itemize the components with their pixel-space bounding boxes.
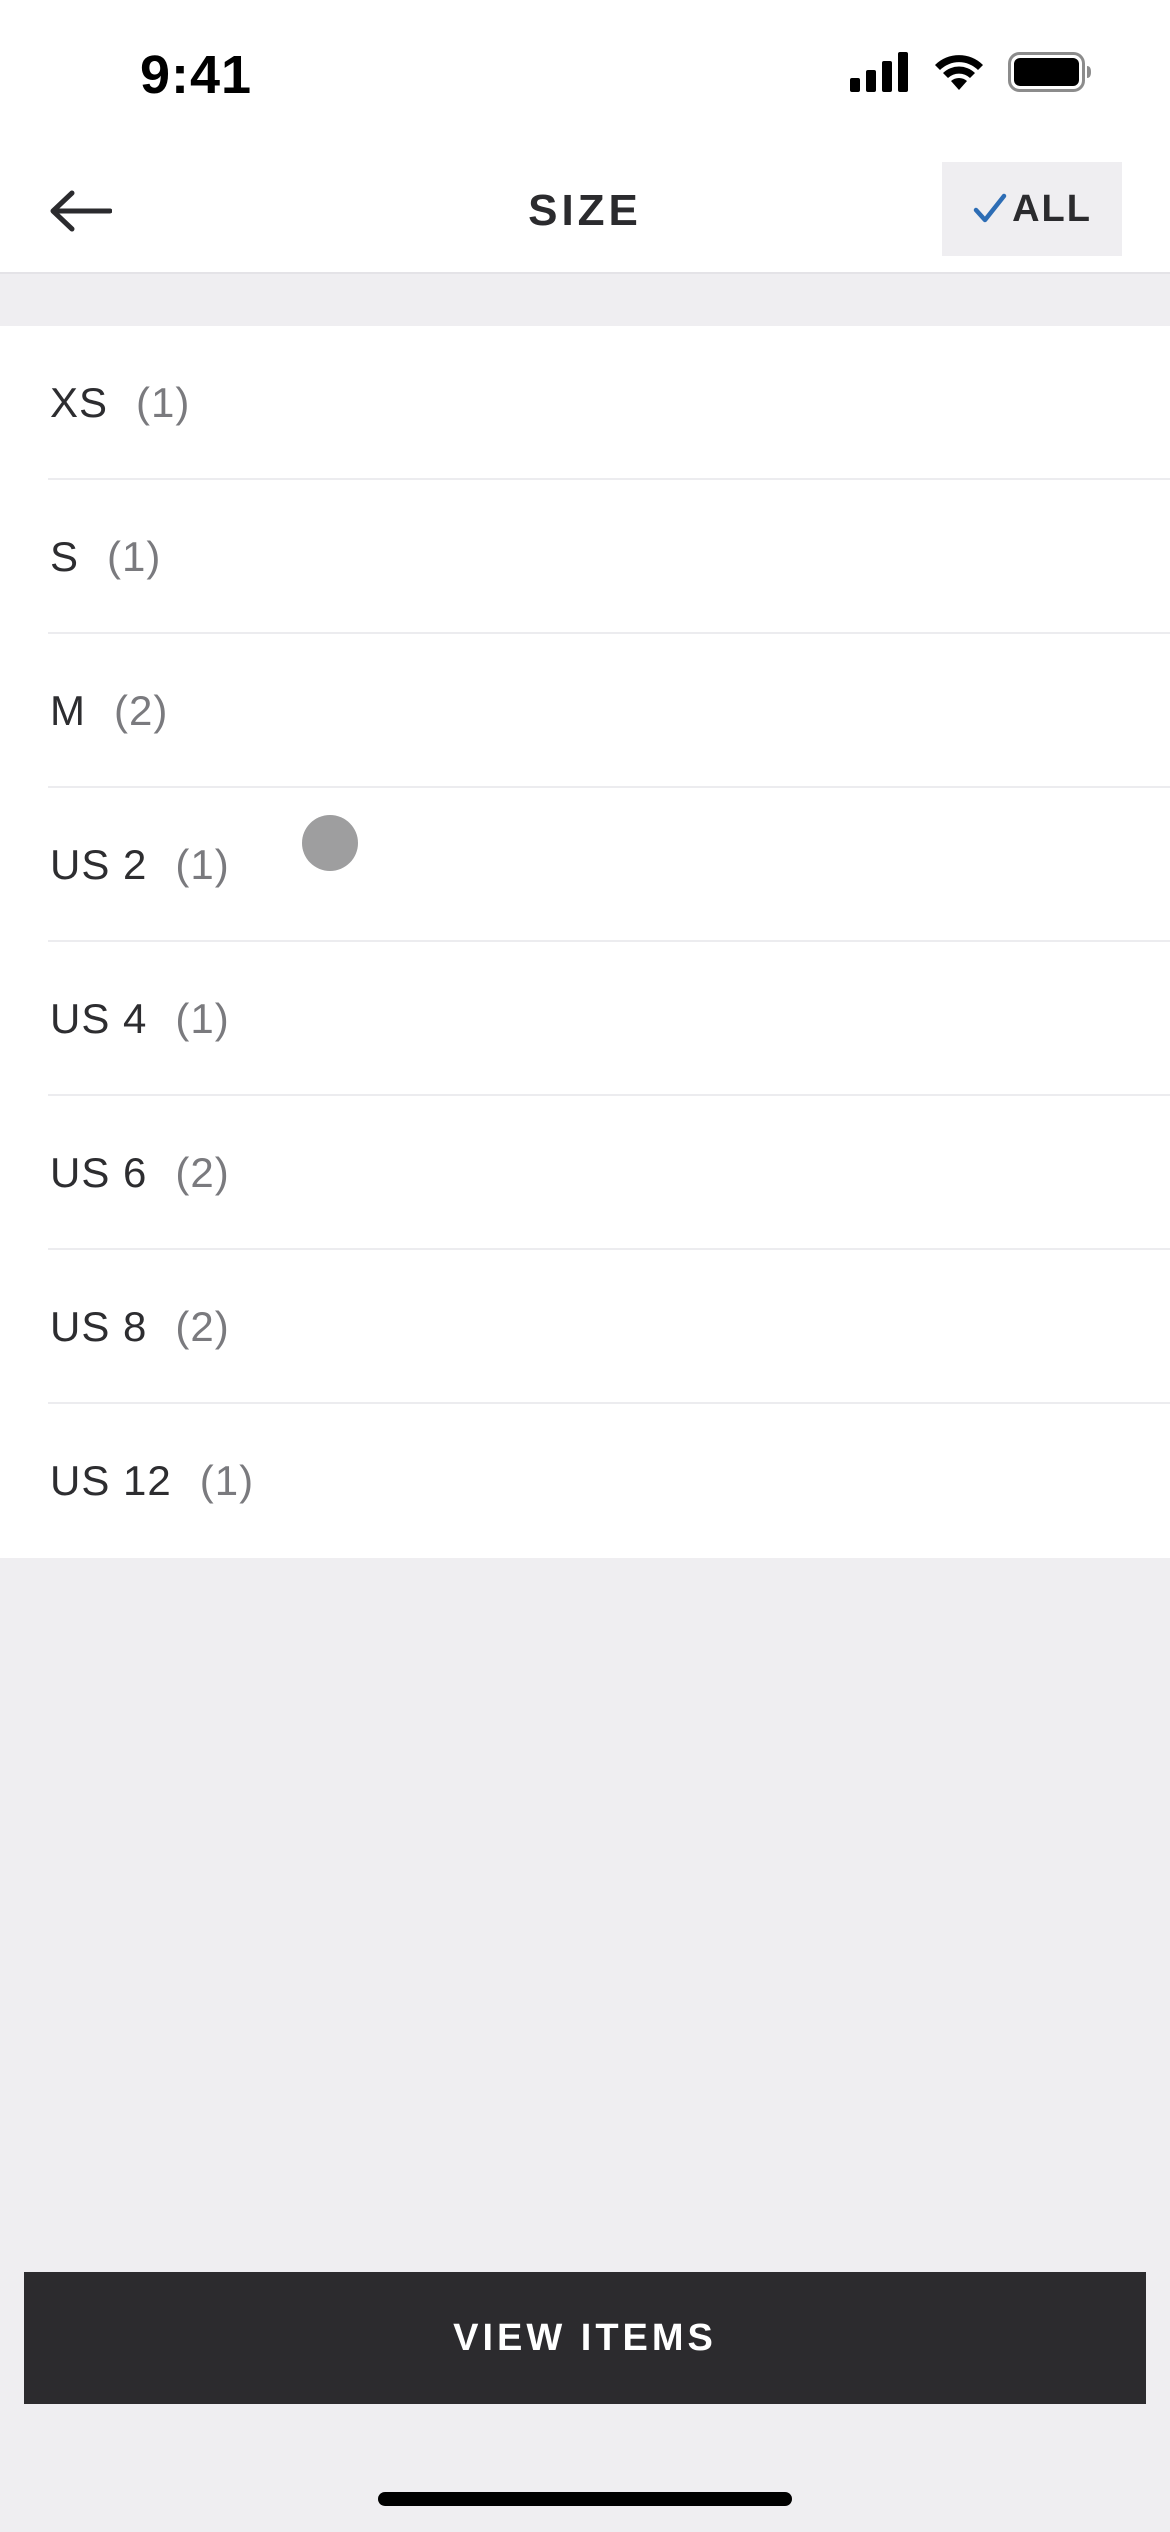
battery-icon xyxy=(1008,52,1091,92)
size-name: US 8 xyxy=(50,1303,148,1350)
size-count: (2) xyxy=(175,1303,230,1350)
cellular-signal-icon xyxy=(850,52,908,92)
size-option-us-8[interactable]: US 8 (2) xyxy=(0,1250,1170,1404)
size-count: (1) xyxy=(175,995,230,1042)
wifi-icon xyxy=(935,55,983,90)
home-indicator xyxy=(378,2492,792,2506)
size-option-m[interactable]: M (2) xyxy=(0,634,1170,788)
section-gap xyxy=(0,274,1170,326)
select-all-label: ALL xyxy=(1012,187,1092,230)
view-items-label: VIEW ITEMS xyxy=(453,2316,717,2359)
size-count: (1) xyxy=(199,1457,255,1504)
status-icons xyxy=(850,52,1092,92)
size-filter-screen: 9:41 SIZE ALL XS (1) S (1) M (2) US 2 (1… xyxy=(0,0,1170,2532)
size-option-us-2[interactable]: US 2 (1) xyxy=(0,788,1170,942)
size-name: US 2 xyxy=(50,841,148,888)
size-name: S xyxy=(50,533,80,580)
status-bar: 9:41 xyxy=(0,0,1170,150)
size-name: US 4 xyxy=(50,995,148,1042)
size-count: (2) xyxy=(175,1149,230,1196)
size-option-us-12[interactable]: US 12 (1) xyxy=(0,1404,1170,1558)
size-list: XS (1) S (1) M (2) US 2 (1) US 4 (1) US … xyxy=(0,326,1170,1558)
size-count: (1) xyxy=(175,841,230,888)
header: SIZE ALL xyxy=(0,150,1170,274)
size-count: (2) xyxy=(114,687,169,734)
size-name: XS xyxy=(50,379,109,426)
status-time: 9:41 xyxy=(140,45,253,105)
size-option-s[interactable]: S (1) xyxy=(0,480,1170,634)
select-all-button[interactable]: ALL xyxy=(942,162,1122,256)
size-option-us-6[interactable]: US 6 (2) xyxy=(0,1096,1170,1250)
size-option-xs[interactable]: XS (1) xyxy=(0,326,1170,480)
touch-indicator xyxy=(302,815,358,871)
view-items-button[interactable]: VIEW ITEMS xyxy=(24,2272,1146,2404)
size-count: (1) xyxy=(107,533,162,580)
checkmark-icon xyxy=(973,193,1007,223)
size-option-us-4[interactable]: US 4 (1) xyxy=(0,942,1170,1096)
size-name: M xyxy=(50,687,86,734)
size-count: (1) xyxy=(136,379,191,426)
size-name: US 12 xyxy=(50,1457,172,1504)
size-name: US 6 xyxy=(50,1149,148,1196)
